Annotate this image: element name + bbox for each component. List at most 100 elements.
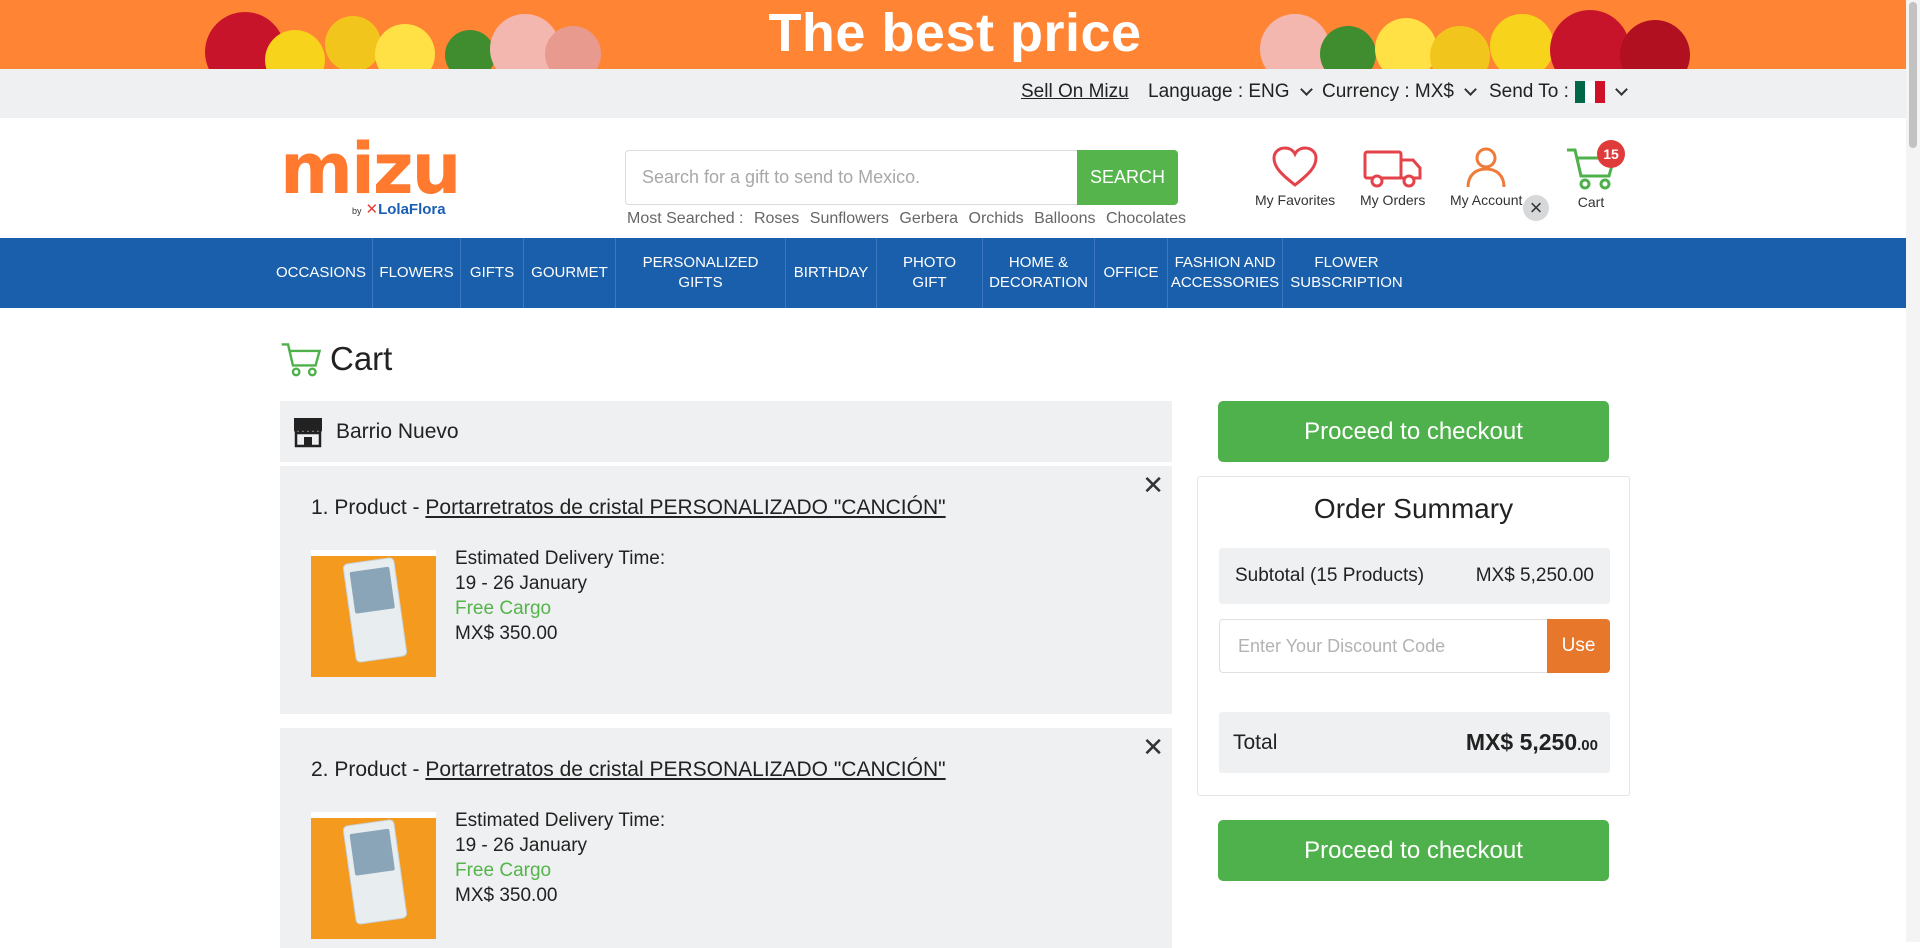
nav-item-fashion-accessories[interactable]: FASHION AND ACCESSORIES [1167, 238, 1282, 308]
order-summary: Order Summary Subtotal (15 Products) MX$… [1197, 476, 1630, 796]
product-title: 1. Product - Portarretratos de cristal P… [311, 496, 946, 520]
my-account-label: My Account [1450, 192, 1523, 208]
send-to-selector[interactable]: Send To : [1489, 81, 1628, 103]
product-price: MX$ 350.00 [455, 885, 558, 906]
total-main: MX$ 5,250 [1465, 729, 1578, 755]
total-row: Total MX$ 5,250.00 [1219, 712, 1610, 773]
cart-label: Cart [1577, 194, 1605, 210]
nav-item-birthday[interactable]: BIRTHDAY [785, 238, 876, 308]
search-button[interactable]: SEARCH [1077, 150, 1178, 205]
most-searched-term[interactable]: Roses [754, 210, 799, 227]
product-title: 2. Product - Portarretratos de cristal P… [311, 758, 946, 782]
logo-wordmark: mizu [280, 128, 462, 210]
chevron-down-icon [1464, 83, 1477, 96]
most-searched-term[interactable]: Balloons [1034, 210, 1095, 227]
cart-item: ✕ 1. Product - Portarretratos de cristal… [280, 466, 1172, 714]
language-label: Language : ENG [1148, 81, 1290, 102]
close-icon[interactable]: × [1523, 195, 1549, 221]
page-scrollbar[interactable] [1906, 0, 1920, 942]
my-orders-link[interactable]: My Orders [1360, 146, 1425, 208]
promo-banner[interactable]: The best price [0, 0, 1920, 69]
store-name[interactable]: Barrio Nuevo [336, 420, 459, 444]
store-icon [294, 417, 322, 447]
cart-link[interactable]: Cart 15 [1565, 140, 1625, 210]
cart-count-badge: 15 [1597, 140, 1625, 168]
most-searched-term[interactable]: Sunflowers [810, 210, 889, 227]
heart-icon [1272, 146, 1318, 187]
product-details: Estimated Delivery Time: 19 - 26 January… [455, 808, 665, 908]
delivery-dates: 19 - 26 January [455, 573, 588, 594]
most-searched-term[interactable]: Chocolates [1106, 210, 1186, 227]
nav-item-photo-gift[interactable]: PHOTO GIFT [876, 238, 982, 308]
logo-byline: by ✕LolaFlora [352, 201, 446, 218]
language-selector[interactable]: Language : ENG [1148, 81, 1313, 103]
nav-item-occasions[interactable]: OCCASIONS [270, 238, 372, 308]
search-bar: SEARCH [625, 150, 1178, 205]
remove-item-icon[interactable]: ✕ [1142, 470, 1164, 501]
product-link[interactable]: Portarretratos de cristal PERSONALIZADO … [425, 496, 945, 519]
nav-item-gifts[interactable]: GIFTS [460, 238, 523, 308]
chevron-down-icon [1615, 83, 1628, 96]
promo-text: The best price [768, 3, 1142, 63]
most-searched-term[interactable]: Gerbera [899, 210, 958, 227]
nav-item-home-decoration[interactable]: HOME & DECORATION [982, 238, 1094, 308]
logo-by: by [352, 206, 362, 216]
delivery-label: Estimated Delivery Time: [455, 810, 666, 831]
discount-code-input[interactable] [1219, 619, 1547, 673]
most-searched: Most Searched : Roses Sunflowers Gerbera… [627, 210, 1192, 228]
product-image[interactable] [311, 550, 436, 677]
delivery-dates: 19 - 26 January [455, 835, 588, 856]
shipping-status: Free Cargo [455, 860, 552, 881]
my-account-link[interactable]: My Account [1450, 146, 1522, 208]
product-image[interactable] [311, 812, 436, 939]
store-header: Barrio Nuevo [280, 401, 1172, 462]
mexico-flag-icon [1574, 81, 1605, 103]
order-summary-title: Order Summary [1313, 493, 1514, 524]
logo-partner: LolaFlora [378, 201, 446, 218]
promo-image: The best price [205, 0, 1705, 69]
currency-selector[interactable]: Currency : MX$ [1322, 81, 1477, 103]
remove-item-icon[interactable]: ✕ [1142, 732, 1164, 763]
total-cents: .00 [1577, 737, 1598, 754]
subtotal-label: Subtotal (15 Products) [1235, 565, 1425, 586]
my-favorites-link[interactable]: My Favorites [1255, 146, 1335, 208]
proceed-to-checkout-button[interactable]: Proceed to checkout [1218, 401, 1609, 462]
search-input[interactable] [625, 150, 1077, 205]
my-favorites-label: My Favorites [1255, 192, 1336, 208]
nav-item-flowers[interactable]: FLOWERS [372, 238, 460, 308]
mizu-logo[interactable]: mizu by ✕LolaFlora [280, 128, 462, 218]
total-value: MX$ 5,250.00 [1466, 729, 1598, 756]
category-nav: OCCASIONS FLOWERS GIFTS GOURMET PERSONAL… [0, 238, 1920, 308]
most-searched-term[interactable]: Orchids [969, 210, 1024, 227]
user-icon [1466, 147, 1506, 188]
product-details: Estimated Delivery Time: 19 - 26 January… [455, 546, 665, 646]
discount-form: Use [1219, 619, 1610, 673]
page-title-text: Cart [330, 340, 393, 377]
subtotal-row: Subtotal (15 Products) MX$ 5,250.00 [1219, 548, 1610, 604]
product-prefix: 1. Product - [311, 496, 426, 519]
most-searched-label: Most Searched : [627, 210, 744, 227]
product-link[interactable]: Portarretratos de cristal PERSONALIZADO … [425, 758, 945, 781]
truck-icon [1363, 150, 1422, 188]
sell-on-mizu-link[interactable]: Sell On Mizu [1021, 81, 1129, 103]
cart-icon [281, 343, 322, 377]
cart-item: ✕ 2. Product - Portarretratos de cristal… [280, 728, 1172, 948]
currency-label: Currency : MX$ [1322, 81, 1454, 102]
product-price: MX$ 350.00 [455, 623, 558, 644]
shipping-status: Free Cargo [455, 598, 552, 619]
delivery-label: Estimated Delivery Time: [455, 548, 666, 569]
total-label: Total [1233, 730, 1278, 754]
proceed-to-checkout-button[interactable]: Proceed to checkout [1218, 820, 1609, 881]
nav-item-flower-subscription[interactable]: FLOWER SUBSCRIPTION [1282, 238, 1410, 308]
page-title: Cart [280, 340, 392, 378]
apply-discount-button[interactable]: Use [1547, 619, 1610, 673]
nav-item-office[interactable]: OFFICE [1094, 238, 1167, 308]
site-header: mizu by✕LolaFlora SEARCH Most Searched :… [0, 118, 1920, 238]
my-orders-label: My Orders [1360, 192, 1426, 208]
scrollbar-thumb[interactable] [1909, 2, 1917, 148]
chevron-down-icon [1299, 83, 1313, 96]
nav-item-personalized-gifts[interactable]: PERSONALIZED GIFTS [615, 238, 785, 308]
nav-item-gourmet[interactable]: GOURMET [523, 238, 615, 308]
utility-bar: Sell On Mizu Language : ENG Currency : M… [0, 69, 1920, 118]
product-prefix: 2. Product - [311, 758, 426, 781]
